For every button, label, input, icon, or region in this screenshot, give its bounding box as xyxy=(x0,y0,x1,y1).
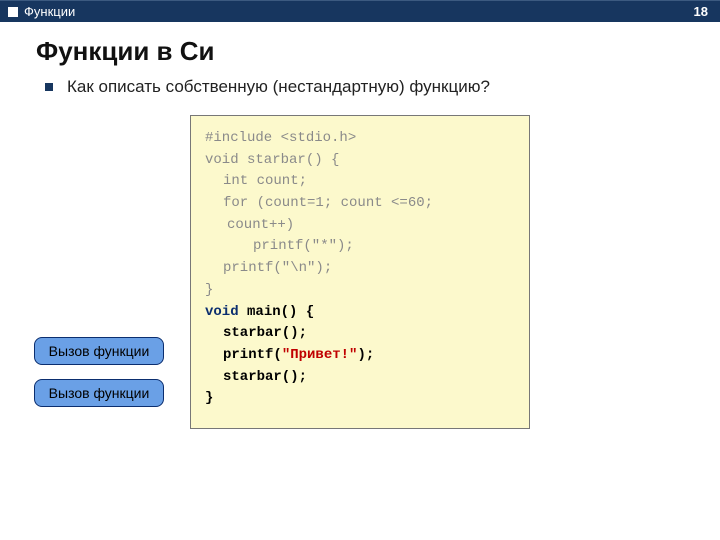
page-number: 18 xyxy=(694,4,708,19)
main-sig: main() { xyxy=(239,304,315,320)
brace-close: } xyxy=(205,390,213,406)
slide-title: Функции в Си xyxy=(36,36,720,67)
call-end: ); xyxy=(357,347,374,363)
code-line: void starbar() { xyxy=(205,150,515,172)
code-line: } xyxy=(205,280,515,302)
call-starbar: starbar(); xyxy=(223,369,307,385)
slide-header: Функции 18 xyxy=(0,0,720,22)
code-line: } xyxy=(205,388,515,410)
call-printf: printf( xyxy=(223,347,282,363)
call-starbar: starbar(); xyxy=(223,325,307,341)
code-line: starbar(); xyxy=(205,367,515,389)
code-line: for (count=1; count <=60; xyxy=(205,193,515,215)
code-line: #include <stdio.h> xyxy=(205,128,515,150)
code-block: #include <stdio.h> void starbar() { int … xyxy=(190,115,530,429)
code-line: printf("Привет!"); xyxy=(205,345,515,367)
code-line: starbar(); xyxy=(205,323,515,345)
bullet-row: Как описать собственную (нестандартную) … xyxy=(45,77,720,97)
header-section: Функции xyxy=(24,4,75,19)
string-literal: "Привет!" xyxy=(282,347,358,363)
code-line: count++) xyxy=(205,215,515,237)
code-line: printf("*"); xyxy=(205,236,515,258)
code-line: int count; xyxy=(205,171,515,193)
code-line: printf("\n"); xyxy=(205,258,515,280)
keyword-void: void xyxy=(205,304,239,320)
bullet-icon xyxy=(45,83,53,91)
callout-function-call-1: Вызов функции xyxy=(34,337,164,365)
callout-function-call-2: Вызов функции xyxy=(34,379,164,407)
header-square-icon xyxy=(8,7,18,17)
bullet-text: Как описать собственную (нестандартную) … xyxy=(67,77,490,97)
code-line-main-start: void main() { xyxy=(205,302,515,324)
